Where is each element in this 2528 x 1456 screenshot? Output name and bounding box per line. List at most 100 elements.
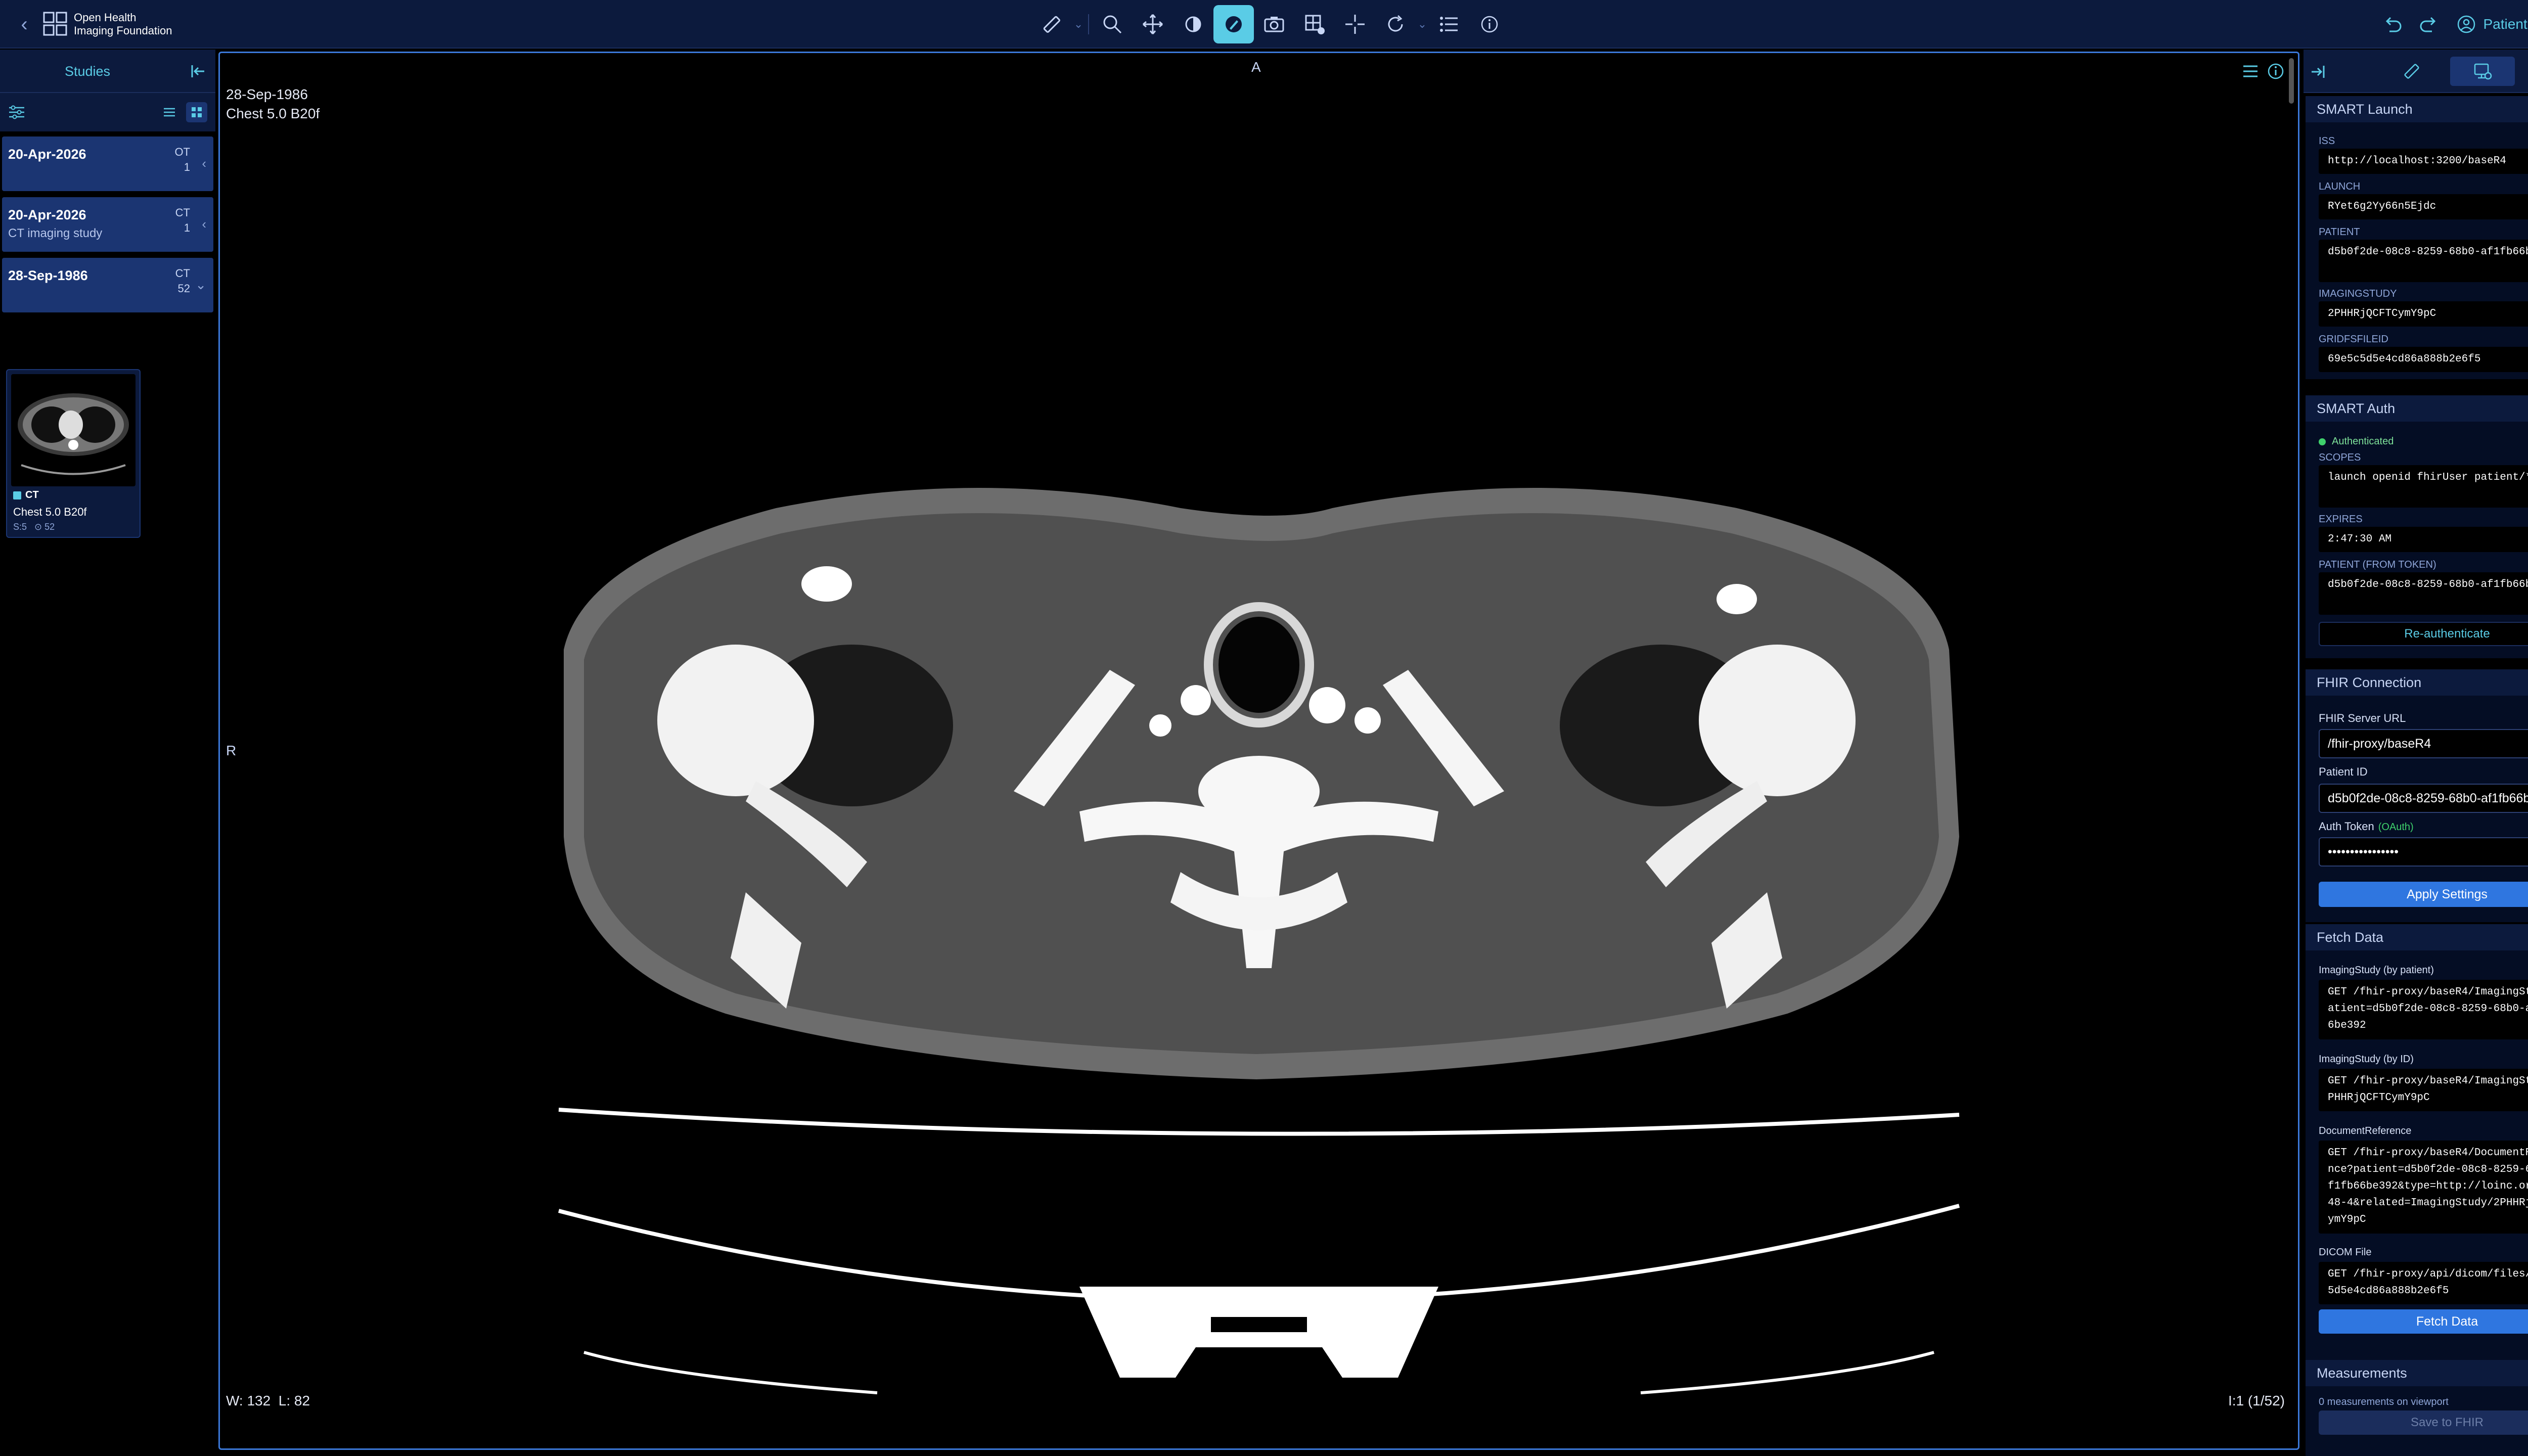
list-view-icon[interactable] [159, 102, 180, 122]
list-icon[interactable] [2240, 61, 2261, 81]
fhir-server-url-input[interactable]: /fhir-proxy/baseR4 [2319, 729, 2528, 758]
reauthenticate-button[interactable]: Re-authenticate [2319, 622, 2528, 646]
apply-settings-button[interactable]: Apply Settings [2319, 882, 2528, 907]
tab-studies[interactable]: Studies [0, 50, 175, 93]
series-thumbnail[interactable]: CT Chest 5.0 B20f S:5 ⊙ 52 [6, 369, 141, 538]
info-icon[interactable] [2266, 61, 2286, 81]
study-by-patient-label: ImagingStudy (by patient) [2319, 965, 2434, 976]
patient-id-label: Patient ID [2319, 765, 2368, 778]
dicom-file-request[interactable]: GET /fhir-proxy/api/dicom/files/69e5c5d5… [2319, 1262, 2528, 1304]
studies-filter-bar [0, 93, 215, 131]
study-instance-count: 1 [184, 221, 190, 234]
expires-value: 2:47:30 AM [2319, 527, 2528, 552]
study-by-patient-request[interactable]: GET /fhir-proxy/baseR4/ImagingStudy?pati… [2319, 980, 2528, 1039]
patient-token-value: d5b0f2de-08c8-8259-68b0-af1fb66be392 [2319, 572, 2528, 615]
crosshairs-button[interactable] [1335, 5, 1375, 43]
overlay-instance-number: I:1 (1/52) [2228, 1393, 2285, 1408]
study-modality-code: OT [174, 146, 190, 158]
patient-label: Patient [2483, 16, 2527, 32]
measure-tool-button[interactable] [1031, 5, 1072, 43]
instances-stack-icon: ⊙ [34, 522, 42, 532]
modality-square-icon [13, 491, 21, 499]
overlay-series-description: Chest 5.0 B20f [226, 106, 320, 121]
right-panel-tabs [2304, 50, 2528, 93]
info-tool-button[interactable] [1469, 5, 1510, 43]
series-meta: S:5 ⊙ 52 [13, 522, 55, 532]
chevron-left-icon: ‹ [202, 156, 206, 171]
series-modality: CT [25, 489, 39, 500]
patient-id-input[interactable]: d5b0f2de-08c8-8259-68b0-af1fb66be392 [2319, 784, 2528, 813]
auth-token-label: Auth Token [2319, 820, 2374, 833]
slice-scrollbar[interactable] [2289, 58, 2294, 104]
section-title: FHIR Connection [2317, 675, 2422, 690]
filter-sliders-icon[interactable] [7, 103, 26, 122]
layout-button[interactable] [1294, 5, 1335, 43]
redo-button[interactable] [2411, 0, 2447, 49]
ct-slice-image [558, 488, 1960, 1394]
series-number: S:5 [13, 522, 27, 532]
tab-measurements[interactable] [2379, 57, 2444, 86]
fhir-server-url-label: FHIR Server URL [2319, 712, 2406, 724]
app-header: ‹ Open Health Imaging Foundation ⌄ ⌄ Pat… [0, 0, 2528, 49]
study-modality-code: CT [175, 267, 190, 280]
more-tools-dropdown[interactable]: ⌄ [1416, 5, 1429, 43]
info-icon [1481, 16, 1498, 33]
grid-view-icon[interactable] [186, 102, 207, 122]
auth-token-label-row: Auth Token (OAuth) [2319, 820, 2414, 833]
fhir-connection-header[interactable]: FHIR Connection⌄ [2306, 669, 2528, 696]
status-dot-icon [2319, 438, 2326, 445]
crosshair-icon [1345, 15, 1365, 34]
launch-value: RYet6g2Yy66n5Ejdc [2319, 194, 2528, 219]
main-toolbar: ⌄ ⌄ [1031, 5, 1510, 43]
study-by-id-request[interactable]: GET /fhir-proxy/baseR4/ImagingStudy/2PHH… [2319, 1069, 2528, 1111]
document-reference-request[interactable]: GET /fhir-proxy/baseR4/DocumentReference… [2319, 1141, 2528, 1234]
ct-thumbnail-graphic [18, 393, 129, 475]
undo-button[interactable] [2374, 0, 2411, 49]
logo-text: Open Health Imaging Foundation [74, 11, 172, 37]
viewport-action-icons [2235, 61, 2286, 81]
pan-tool-button[interactable] [1133, 5, 1173, 43]
window-level-tool-button[interactable] [1173, 5, 1213, 43]
tab-smart[interactable] [2450, 57, 2515, 86]
list-tool-button[interactable] [1429, 5, 1469, 43]
toolbar-separator [1088, 14, 1089, 34]
section-title: Measurements [2317, 1366, 2407, 1381]
study-date: 20-Apr-2026 [8, 147, 86, 162]
study-instance-count: 52 [177, 282, 190, 295]
user-circle-icon [2457, 15, 2475, 33]
study-instance-count: 1 [184, 161, 190, 173]
stack-scroll-tool-button[interactable] [1213, 5, 1254, 43]
zoom-tool-button[interactable] [1092, 5, 1133, 43]
series-description: Chest 5.0 B20f [13, 506, 87, 518]
study-item[interactable]: 20-Apr-2026 OT 1 ‹ [2, 136, 213, 191]
reset-button[interactable] [1375, 5, 1416, 43]
patient-value: d5b0f2de-08c8-8259-68b0-af1fb66be392 [2319, 240, 2528, 282]
smart-panel: SMART Launch⌄ ISS http://localhost:3200/… [2304, 50, 2528, 1456]
study-item-active[interactable]: 28-Sep-1986 CT 52 ⌄ [2, 258, 213, 312]
study-item[interactable]: 20-Apr-2026 CT imaging study CT 1 ‹ [2, 197, 213, 252]
redo-icon [2420, 17, 2435, 32]
fetch-data-button[interactable]: Fetch Data [2319, 1309, 2528, 1334]
auth-status-text: Authenticated [2332, 436, 2394, 447]
study-modality: CT 52 [175, 266, 190, 296]
save-to-fhir-button[interactable]: Save to FHIR [2319, 1410, 2528, 1435]
patient-info-button[interactable]: Patient ‹ [2447, 0, 2528, 49]
study-modality-code: CT [175, 206, 190, 219]
image-viewport[interactable]: 28-Sep-1986 Chest 5.0 B20f A R W: 132 L:… [218, 52, 2299, 1450]
smart-launch-header[interactable]: SMART Launch⌄ [2306, 96, 2528, 122]
study-date: 28-Sep-1986 [8, 268, 88, 283]
patient-token-label: PATIENT (FROM TOKEN) [2319, 559, 2436, 570]
collapse-panel-icon[interactable] [187, 60, 209, 82]
study-modality: OT 1 [174, 145, 190, 175]
camera-icon [1264, 17, 1284, 32]
section-title: Fetch Data [2317, 930, 2384, 945]
launch-label: LAUNCH [2319, 181, 2361, 192]
fetch-data-header[interactable]: Fetch Data⌄ [2306, 924, 2528, 950]
smart-auth-header[interactable]: SMART Auth⌄ [2306, 395, 2528, 422]
expand-panel-icon[interactable] [2307, 61, 2329, 83]
auth-token-input[interactable]: •••••••••••••••• [2319, 837, 2528, 867]
capture-button[interactable] [1254, 5, 1294, 43]
measure-tool-dropdown[interactable]: ⌄ [1072, 5, 1085, 43]
measurements-header[interactable]: Measurements⌄ [2306, 1360, 2528, 1386]
back-chevron-icon[interactable]: ‹ [14, 13, 34, 35]
